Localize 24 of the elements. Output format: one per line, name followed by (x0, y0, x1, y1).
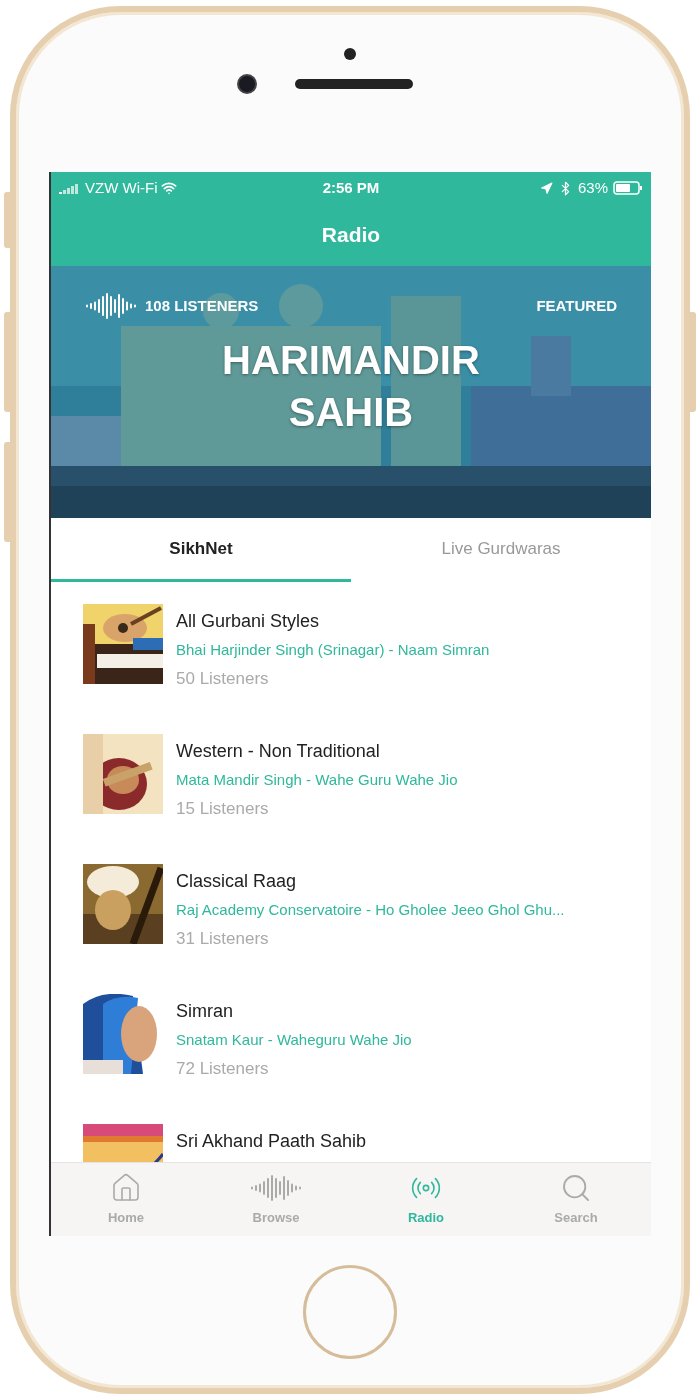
station-title: Classical Raag (176, 870, 298, 893)
location-icon (539, 181, 553, 195)
battery-percent: 63% (577, 177, 608, 198)
camera-lens (237, 74, 257, 94)
tab[interactable]: SikhNet (51, 518, 351, 582)
listener-count: 108 LISTENERS (145, 295, 259, 316)
featured-label: FEATURED (536, 295, 617, 316)
station-title: Western - Non Traditional (176, 740, 381, 763)
nav-title: Radio (321, 222, 381, 249)
station-track: Snatam Kaur - Waheguru Wahe Jio (176, 1030, 412, 1050)
featured-title: HARIMANDIR SAHIB (221, 337, 481, 436)
station-title: All Gurbani Styles (176, 610, 321, 633)
station-track: Mata Mandir Singh - Wahe Guru Wahe Jio (176, 770, 458, 790)
carrier-label: VZW Wi-Fi (85, 177, 158, 198)
signal-icon (59, 182, 81, 194)
station-track: Raj Academy Conservatoire - Ho Gholee Jeeo Ghol Ghu... (176, 900, 565, 920)
home-button[interactable] (303, 1265, 397, 1359)
station-title: Sri Akhand Paath Sahib (176, 1130, 367, 1153)
battery-icon (613, 181, 643, 195)
station-title: Simran (176, 1000, 234, 1023)
station-track: Bhai Harjinder Singh (Srinagar) - Naam Simran (176, 640, 490, 660)
wifi-icon (161, 180, 178, 196)
home-icon (110, 1171, 142, 1204)
clock: 2:56 PM (322, 177, 380, 198)
